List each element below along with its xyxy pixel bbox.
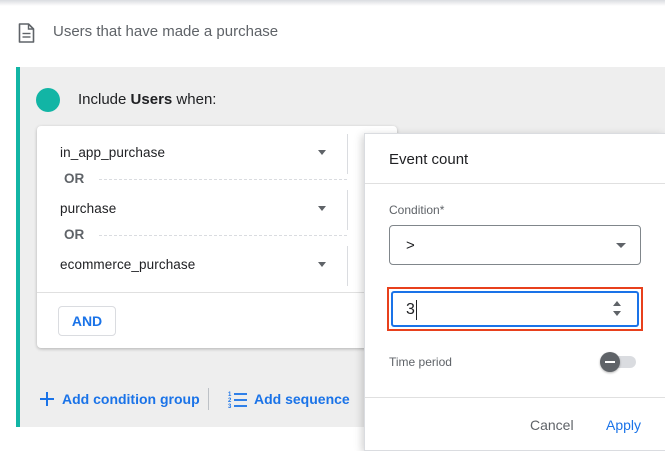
condition-operator-value: > — [406, 237, 415, 254]
event-count-input[interactable]: 3 — [391, 291, 639, 327]
document-icon — [18, 23, 35, 43]
condition-label: Condition* — [389, 203, 445, 217]
svg-text:3: 3 — [228, 404, 232, 408]
column-divider — [347, 190, 348, 230]
audience-builder: Users that have made a purchase Include … — [0, 0, 665, 451]
and-button[interactable]: AND — [58, 306, 116, 336]
dashed-divider — [99, 235, 347, 236]
add-sequence-button[interactable]: 1 2 3 Add sequence — [228, 386, 358, 412]
dropdown-caret-icon — [318, 262, 326, 267]
include-prefix: Include — [78, 91, 127, 108]
group-status-dot — [36, 88, 60, 112]
event-name: purchase — [60, 201, 117, 216]
spinner-down-icon[interactable] — [613, 311, 621, 316]
time-period-toggle[interactable] — [600, 352, 636, 372]
or-separator: OR — [37, 169, 347, 189]
condition-operator-select[interactable]: > — [389, 225, 641, 265]
time-period-label: Time period — [389, 355, 452, 369]
sequence-list-icon: 1 2 3 — [228, 392, 247, 408]
condition-card: in_app_purchase OR purchase OR ecommerce… — [37, 126, 397, 348]
audience-description: Users that have made a purchase — [53, 23, 279, 40]
event-select-ecommerce-purchase[interactable]: ecommerce_purchase — [37, 250, 347, 280]
dropdown-arrow-icon — [616, 243, 626, 248]
card-divider — [37, 292, 397, 293]
top-shadow — [0, 0, 665, 6]
popover-header-divider — [365, 183, 665, 184]
popover-title: Event count — [389, 151, 469, 168]
cancel-button[interactable]: Cancel — [530, 417, 574, 433]
event-name: in_app_purchase — [60, 145, 166, 160]
spinner-up-icon[interactable] — [613, 301, 621, 306]
include-suffix: when: — [176, 91, 217, 108]
highlight-box: 3 — [387, 287, 643, 331]
column-divider — [347, 134, 348, 174]
or-label: OR — [64, 171, 85, 186]
event-count-popover: Event count Condition* > 3 Time period C… — [364, 133, 665, 451]
add-sequence-label: Add sequence — [254, 391, 350, 407]
dashed-divider — [99, 179, 347, 180]
popover-footer-divider — [365, 397, 665, 398]
add-condition-group-button[interactable]: Add condition group — [38, 386, 200, 412]
dropdown-caret-icon — [318, 206, 326, 211]
event-count-value: 3 — [406, 301, 415, 318]
column-divider — [347, 246, 348, 286]
number-spinner[interactable] — [613, 299, 623, 319]
audience-description-row[interactable]: Users that have made a purchase — [0, 10, 665, 54]
event-select-purchase[interactable]: purchase — [37, 194, 347, 224]
event-name: ecommerce_purchase — [60, 257, 196, 272]
include-statement: Include Users when: — [78, 91, 216, 108]
text-cursor — [416, 300, 417, 320]
add-condition-group-label: Add condition group — [62, 391, 200, 407]
action-divider — [208, 388, 209, 410]
or-label: OR — [64, 227, 85, 242]
or-separator: OR — [37, 225, 347, 245]
event-select-in-app-purchase[interactable]: in_app_purchase — [37, 138, 347, 168]
apply-button[interactable]: Apply — [606, 417, 641, 433]
include-entity: Users — [130, 91, 173, 108]
dropdown-caret-icon — [318, 150, 326, 155]
toggle-knob — [600, 352, 620, 372]
plus-icon — [40, 392, 54, 406]
